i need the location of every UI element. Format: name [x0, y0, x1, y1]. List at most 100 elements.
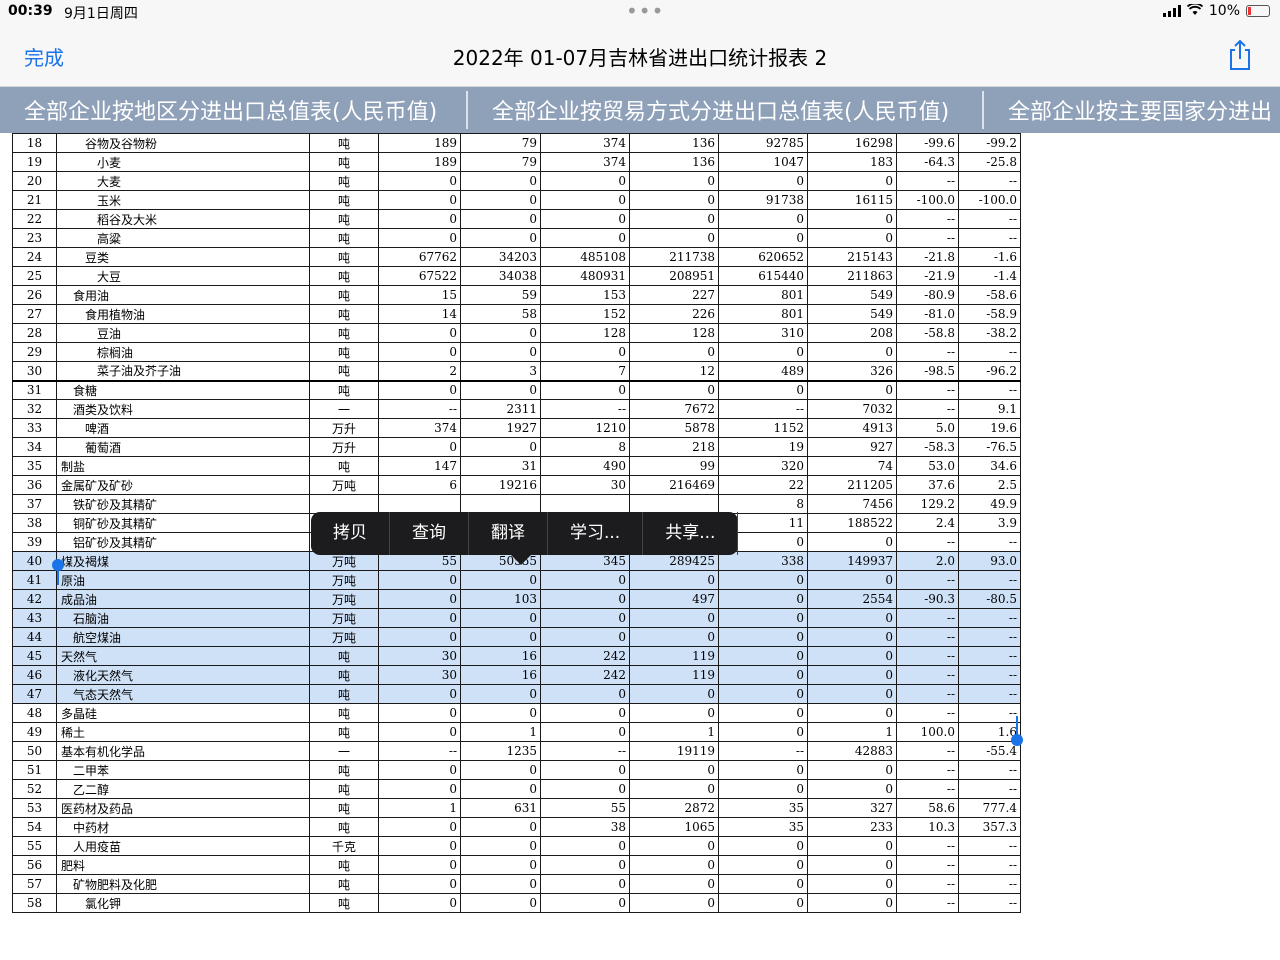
value-cell: 0: [540, 703, 630, 723]
value-cell: 620652: [718, 247, 808, 267]
table-row[interactable]: 47 气态天然气吨 0 0 0 0 0 0 -- --: [12, 684, 1021, 704]
table-row[interactable]: 18 谷物及谷物粉吨 189 79 374 136 92785 16298 -99.6 -99.2: [12, 133, 1021, 153]
table-row[interactable]: 48 多晶硅吨 0 0 0 0 0 0 -- --: [12, 703, 1021, 723]
table-row[interactable]: 42 成品油 万吨 0 103 0 497 0 2554 -90.3 -80.5: [12, 589, 1021, 609]
table-row[interactable]: 24 豆类吨 67762 34203 485108 211738 620652 215143-…: [12, 247, 1021, 267]
row-number: 36: [12, 475, 57, 495]
table-row[interactable]: 27 食用植物油吨 14 58 152 226 801 549 -81.0 -58.9: [12, 304, 1021, 324]
value-cell: 0: [460, 323, 541, 343]
table-row[interactable]: 33 啤酒 万升 374 1927 1210 5878 1152 4913 5.0 19.6: [12, 418, 1021, 438]
menu-share[interactable]: 共享...: [643, 512, 739, 555]
table-row[interactable]: 58 氯化钾吨 0 0 0 0 0 0 -- --: [12, 893, 1021, 913]
tab-region[interactable]: 全部企业按地区分进出口总值表(人民币值): [0, 87, 468, 133]
table-row[interactable]: 29 棕榈油吨 0 0 0 0 0 0 -- --: [12, 342, 1021, 362]
value-cell: -100.0: [896, 190, 959, 210]
value-cell: 0: [378, 608, 461, 628]
table-row[interactable]: 37 铁矿砂及其精矿 8 7456 129.2 49.9: [12, 494, 1021, 514]
table-row[interactable]: 41 原油 万吨 0 0 0 0 0 0 -- --: [12, 570, 1021, 590]
table-row[interactable]: 53 医药材及药品吨 1 631 55 2872 35 327 58.6 777.4: [12, 798, 1021, 818]
selection-start-handle[interactable]: [52, 559, 64, 585]
row-number: 48: [12, 703, 57, 723]
table-row[interactable]: 54 中药材吨 0 0 38 1065 35 233 10.3 357.3: [12, 817, 1021, 837]
row-number: 34: [12, 437, 57, 457]
value-cell: 1210: [540, 418, 630, 438]
value-cell: 0: [807, 171, 897, 191]
menu-translate[interactable]: 翻译: [469, 512, 548, 555]
tab-trade-mode[interactable]: 全部企业按贸易方式分进出口总值表(人民币值): [468, 87, 984, 133]
value-cell: 0: [718, 684, 808, 704]
value-cell: 149937: [807, 551, 897, 571]
value-cell: 19.6: [958, 418, 1021, 438]
value-cell: 0: [807, 665, 897, 685]
value-cell: 0: [807, 836, 897, 856]
menu-lookup[interactable]: 查询: [390, 512, 469, 555]
selection-end-handle[interactable]: [1011, 716, 1023, 746]
table-row[interactable]: 46 液化天然气吨 30 16 242 119 0 0 -- --: [12, 665, 1021, 685]
table-row[interactable]: 23 高粱吨 0 0 0 0 0 0 -- --: [12, 228, 1021, 248]
table-row[interactable]: 34 葡萄酒 万升 0 0 8 218 19 927 -58.3 -76.5: [12, 437, 1021, 457]
value-cell: 5.0: [896, 418, 959, 438]
value-cell: 16115: [807, 190, 897, 210]
value-cell: 0: [629, 209, 719, 229]
value-cell: 188522: [807, 513, 897, 533]
table-row[interactable]: 26 食用油吨 15 59 153 227 801 549 -80.9 -58.6: [12, 285, 1021, 305]
table-row[interactable]: 49 稀土吨 0 1 0 1 0 1 100.0 1.6: [12, 722, 1021, 742]
table-row[interactable]: 52 乙二醇吨 0 0 0 0 0 0 -- --: [12, 779, 1021, 799]
table-row[interactable]: 44 航空煤油 万吨 0 0 0 0 0 0 -- --: [12, 627, 1021, 647]
value-cell: 0: [807, 570, 897, 590]
value-cell: 227: [629, 285, 719, 305]
value-cell: 30: [378, 665, 461, 685]
menu-learn[interactable]: 学习...: [548, 512, 644, 555]
unit-cell: 吨: [309, 152, 379, 172]
row-number: 56: [12, 855, 57, 875]
unit-cell: 吨: [309, 247, 379, 267]
value-cell: 22: [718, 475, 808, 495]
table-row[interactable]: 51 二甲苯吨 0 0 0 0 0 0 -- --: [12, 760, 1021, 780]
row-number: 50: [12, 741, 57, 761]
multitasking-dots-icon[interactable]: •••: [626, 1, 664, 21]
table-row[interactable]: 19 小麦吨 189 79 374 136 1047 183 -64.3 -25.8: [12, 152, 1021, 172]
item-name: 二甲苯: [56, 760, 310, 780]
value-cell: -98.5: [896, 361, 959, 381]
table-row[interactable]: 56 肥料吨 0 0 0 0 0 0 -- --: [12, 855, 1021, 875]
value-cell: 8: [718, 494, 808, 514]
menu-copy[interactable]: 拷贝: [311, 512, 390, 555]
row-number: 25: [12, 266, 57, 286]
table-row[interactable]: 21 玉米吨 0 0 0 0 91738 16115 -100.0 -100.0: [12, 190, 1021, 210]
table-row[interactable]: 35 制盐吨 147 31 490 99 320 74 53.0 34.6: [12, 456, 1021, 476]
value-cell: 0: [718, 646, 808, 666]
table-row[interactable]: 32 酒类及饮料一 -- 2311 -- 7672 -- 7032 -- 9.1: [12, 399, 1021, 419]
value-cell: --: [958, 779, 1021, 799]
table-row[interactable]: 45 天然气吨 30 16 242 119 0 0 -- --: [12, 646, 1021, 666]
table-row[interactable]: 31 食糖吨 0 0 0 0 0 0 -- --: [12, 379, 1021, 400]
table-row[interactable]: 43 石脑油 万吨 0 0 0 0 0 0 -- --: [12, 608, 1021, 628]
value-cell: --: [958, 228, 1021, 248]
table-row[interactable]: 22 稻谷及大米吨 0 0 0 0 0 0 -- --: [12, 209, 1021, 229]
table-row[interactable]: 20 大麦吨 0 0 0 0 0 0 -- --: [12, 171, 1021, 191]
table-row[interactable]: 25 大豆吨 67522 34038 480931 208951 615440 211863-…: [12, 266, 1021, 286]
value-cell: -25.8: [958, 152, 1021, 172]
item-name: 医药材及药品: [56, 798, 310, 818]
value-cell: -58.9: [958, 304, 1021, 324]
table-row[interactable]: 28 豆油吨 0 0 128 128 310 208 -58.8 -38.2: [12, 323, 1021, 343]
table-row[interactable]: 57 矿物肥料及化肥吨 0 0 0 0 0 0 -- --: [12, 874, 1021, 894]
table-row[interactable]: 50 基本有机化学品一 -- 1235 -- 19119 -- 42883 -- -55.4: [12, 741, 1021, 761]
item-name: 天然气: [56, 646, 310, 666]
value-cell: 549: [807, 304, 897, 324]
share-icon[interactable]: [1226, 38, 1254, 72]
table-row[interactable]: 36 金属矿及矿砂 万吨 6 19216 30 216469 22 211205 37.6 2.5: [12, 475, 1021, 495]
tab-country[interactable]: 全部企业按主要国家分进出: [984, 87, 1280, 133]
value-cell: 0: [718, 608, 808, 628]
value-cell: 136: [629, 152, 719, 172]
value-cell: --: [718, 399, 808, 419]
value-cell: 0: [629, 855, 719, 875]
value-cell: 9.1: [958, 399, 1021, 419]
unit-cell: 吨: [309, 323, 379, 343]
value-cell: 2.4: [896, 513, 959, 533]
table-row[interactable]: 55 人用疫苗 千克 0 0 0 0 0 0 -- --: [12, 836, 1021, 856]
value-cell: --: [540, 399, 630, 419]
value-cell: --: [378, 741, 461, 761]
table-row[interactable]: 30 菜子油及芥子油吨 2 3 7 12 489 326 -98.5 -96.2: [12, 361, 1021, 381]
unit-cell: 万吨: [309, 608, 379, 628]
value-cell: 0: [460, 684, 541, 704]
